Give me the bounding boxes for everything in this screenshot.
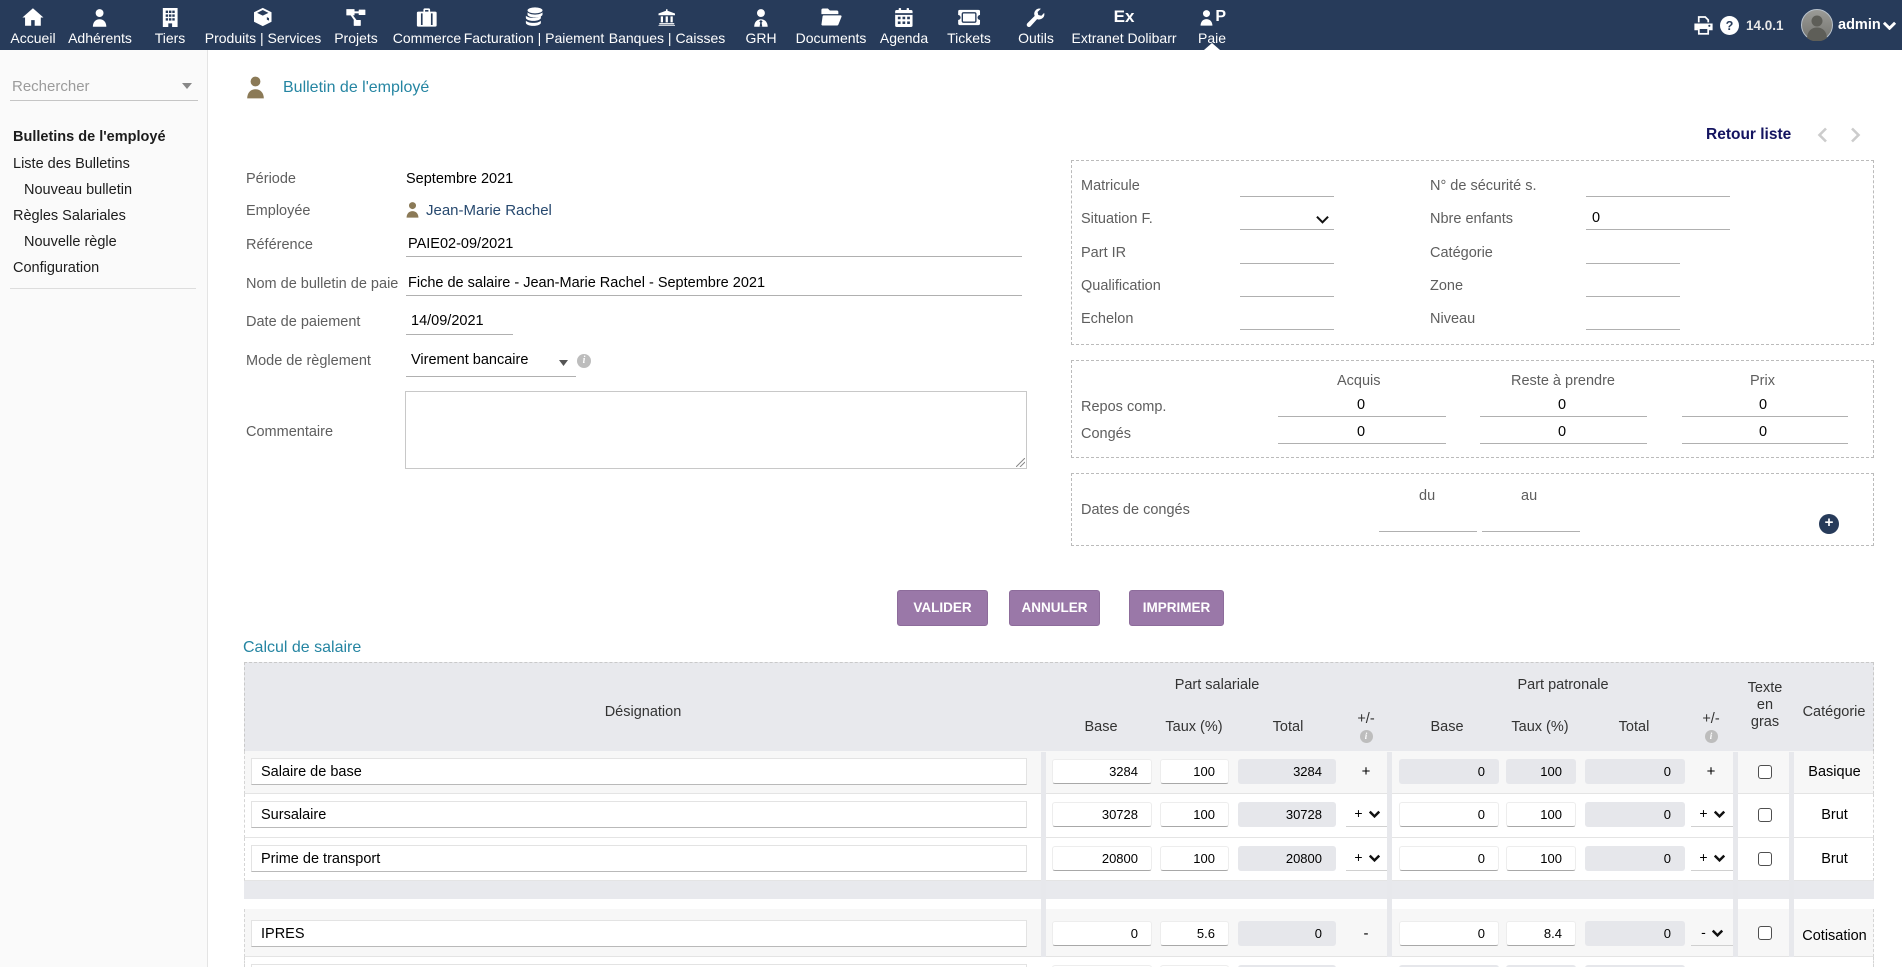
svg-text:?: ? [1726, 18, 1734, 32]
